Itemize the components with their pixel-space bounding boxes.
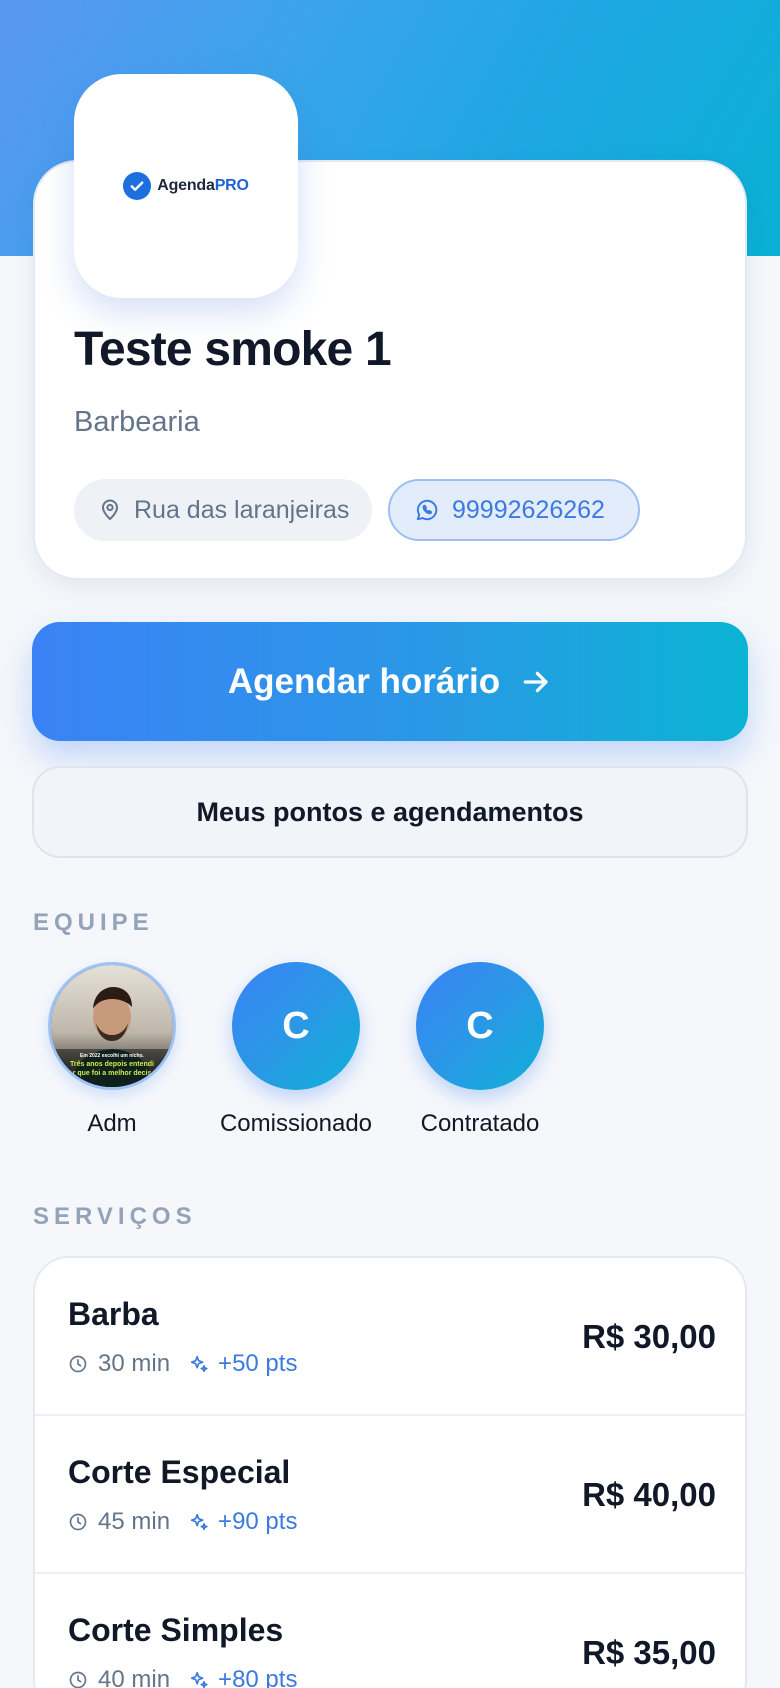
book-appointment-label: Agendar horário bbox=[227, 661, 501, 701]
avatar: C bbox=[416, 962, 544, 1090]
phone-text: 99992626262 bbox=[452, 495, 605, 524]
service-points: +90 pts bbox=[188, 1508, 297, 1536]
svg-text:Três anos depois entendi: Três anos depois entendi bbox=[70, 1061, 154, 1068]
my-points-button[interactable]: Meus pontos e agendamentos bbox=[32, 766, 748, 858]
team-member-comissionado[interactable]: C Comissionado bbox=[201, 962, 391, 1138]
service-name: Barba bbox=[68, 1296, 159, 1332]
logo-wordmark: AgendaPRO bbox=[157, 177, 249, 194]
service-points: +50 pts bbox=[188, 1350, 297, 1378]
avatar: C bbox=[232, 962, 360, 1090]
map-pin-icon bbox=[98, 498, 122, 522]
service-price: R$ 35,00 bbox=[582, 1634, 716, 1671]
arrow-right-icon bbox=[520, 666, 552, 698]
clock-icon bbox=[68, 1512, 88, 1532]
service-duration: 30 min bbox=[98, 1350, 171, 1377]
service-price: R$ 40,00 bbox=[582, 1476, 716, 1513]
svg-text:r que foi a melhor decis: r que foi a melhor decis bbox=[73, 1070, 152, 1077]
address-text: Rua das laranjeiras bbox=[134, 495, 350, 524]
business-name: Teste smoke 1 bbox=[74, 323, 392, 376]
team-member-contratado[interactable]: C Contratado bbox=[385, 962, 575, 1138]
service-price: R$ 30,00 bbox=[582, 1318, 716, 1355]
service-item[interactable]: Corte Especial 45 min +90 pts R$ 40,00 bbox=[35, 1416, 745, 1574]
svg-text:Em 2022 escolhi um nicho.: Em 2022 escolhi um nicho. bbox=[80, 1053, 145, 1059]
services-list: Barba 30 min +50 pts R$ 30,00 Corte Espe… bbox=[33, 1256, 747, 1688]
member-name: Adm bbox=[87, 1110, 137, 1137]
address-chip[interactable]: Rua das laranjeiras bbox=[74, 479, 372, 541]
service-meta: 40 min +80 pts bbox=[68, 1666, 297, 1688]
business-logo-container: AgendaPRO bbox=[74, 74, 298, 298]
member-name: Contratado bbox=[420, 1110, 540, 1137]
avatar: Em 2022 escolhi um nicho. Três anos depo… bbox=[48, 962, 176, 1090]
team-member-adm[interactable]: Em 2022 escolhi um nicho. Três anos depo… bbox=[17, 962, 207, 1138]
service-points: +80 pts bbox=[188, 1666, 297, 1688]
sparkles-icon bbox=[188, 1511, 210, 1533]
business-category: Barbearia bbox=[74, 406, 200, 438]
check-circle-icon bbox=[123, 172, 152, 200]
team-section-title: EQUIPE bbox=[33, 909, 154, 936]
service-item[interactable]: Barba 30 min +50 pts R$ 30,00 bbox=[35, 1258, 745, 1416]
book-appointment-button[interactable]: Agendar horário bbox=[32, 622, 748, 741]
agendapro-logo: AgendaPRO bbox=[123, 172, 249, 200]
sparkles-icon bbox=[188, 1353, 210, 1375]
service-meta: 30 min +50 pts bbox=[68, 1350, 297, 1378]
service-name: Corte Especial bbox=[68, 1454, 291, 1490]
clock-icon bbox=[68, 1670, 88, 1688]
service-item[interactable]: Corte Simples 40 min +80 pts R$ 35,00 bbox=[35, 1574, 745, 1688]
whatsapp-icon bbox=[414, 497, 440, 523]
member-photo: Em 2022 escolhi um nicho. Três anos depo… bbox=[51, 965, 173, 1087]
service-name: Corte Simples bbox=[68, 1612, 284, 1648]
services-section-title: SERVIÇOS bbox=[33, 1203, 197, 1230]
whatsapp-chip[interactable]: 99992626262 bbox=[388, 479, 640, 541]
clock-icon bbox=[68, 1354, 88, 1374]
service-duration: 45 min bbox=[98, 1508, 171, 1535]
service-meta: 45 min +90 pts bbox=[68, 1508, 297, 1536]
service-duration: 40 min bbox=[98, 1666, 171, 1688]
member-name: Comissionado bbox=[219, 1110, 373, 1137]
sparkles-icon bbox=[188, 1669, 210, 1688]
